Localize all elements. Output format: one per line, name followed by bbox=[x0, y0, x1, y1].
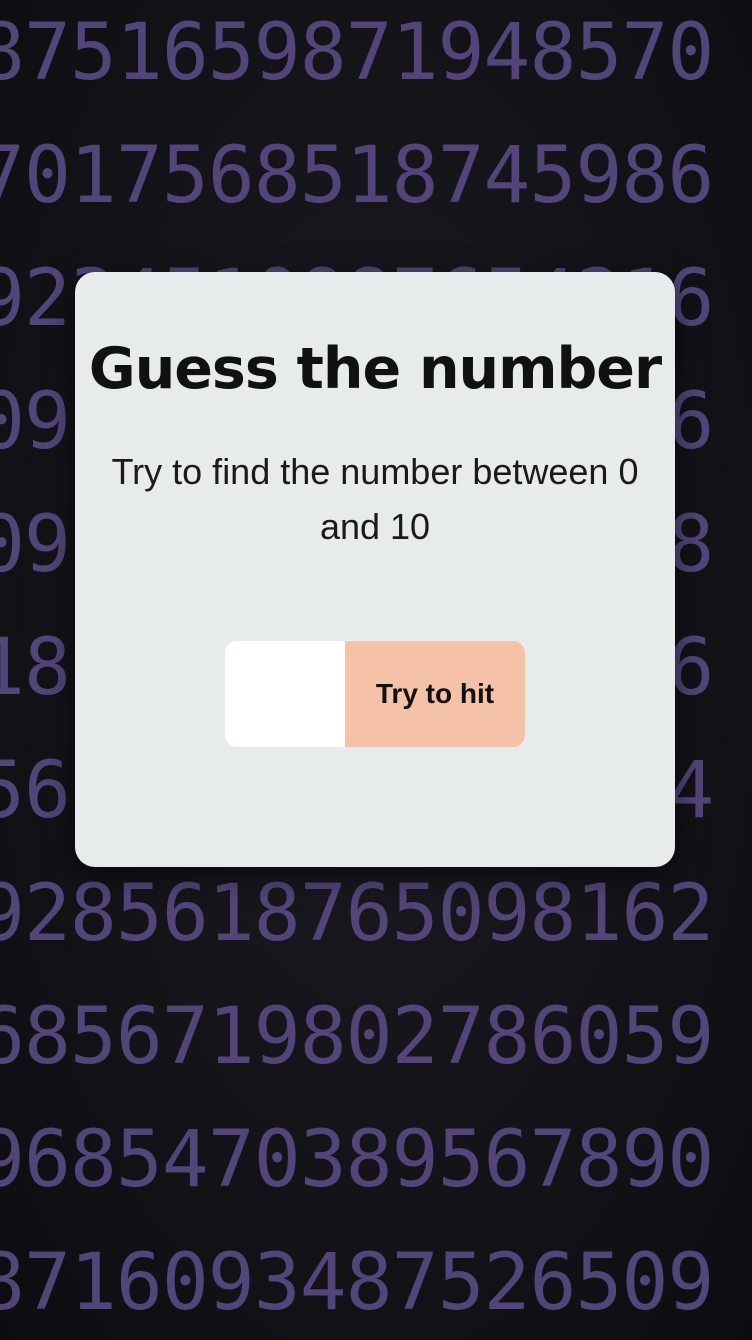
digit-row: 9285618765098162 bbox=[0, 869, 714, 959]
digit-row: 8751659871948570 bbox=[0, 8, 714, 98]
digit-row: 8716093487526509 bbox=[0, 1238, 714, 1328]
guess-input[interactable] bbox=[225, 641, 345, 747]
modal-subtitle: Try to find the number between 0 and 10 bbox=[111, 451, 639, 547]
guess-form: Try to hit bbox=[225, 641, 525, 747]
digit-row: 6856719802786059 bbox=[0, 992, 714, 1082]
digit-row: 7017568518745986 bbox=[0, 131, 714, 221]
modal-title: Guess the number bbox=[88, 336, 662, 402]
game-modal: Guess the number Try to find the number … bbox=[75, 272, 675, 867]
digit-row: 9685470389567890 bbox=[0, 1115, 714, 1205]
try-to-hit-button[interactable]: Try to hit bbox=[345, 641, 525, 747]
